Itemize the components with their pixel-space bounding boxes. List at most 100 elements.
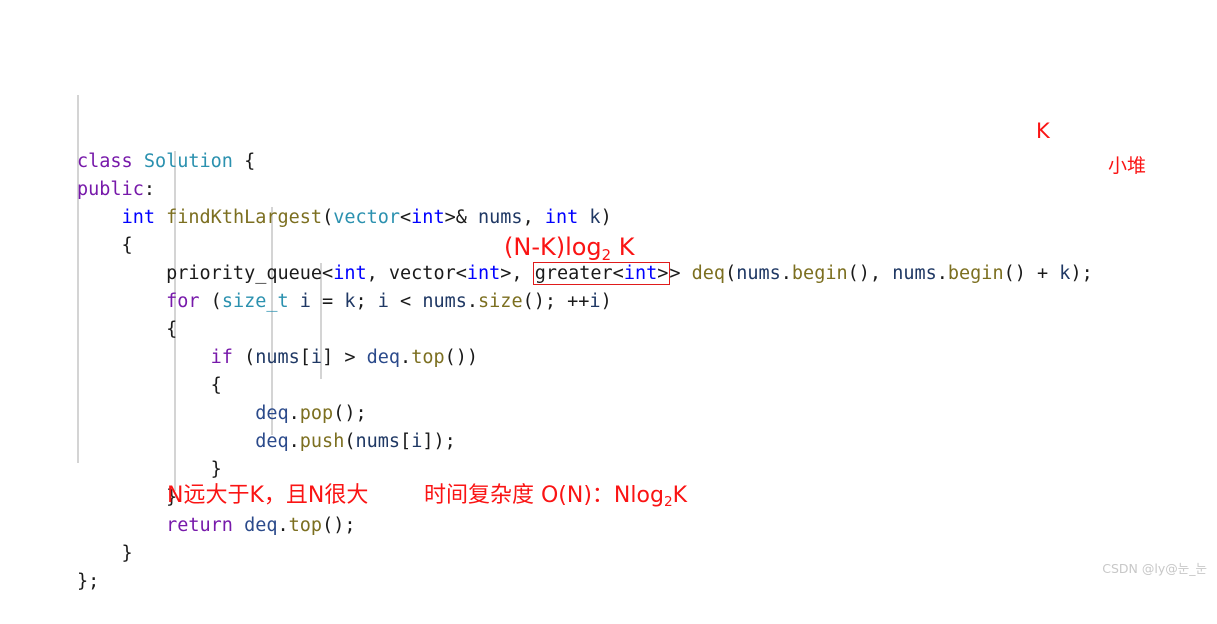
code-token: vector bbox=[333, 207, 401, 228]
code-token: [ bbox=[400, 431, 412, 452]
code-token: nums bbox=[478, 207, 523, 228]
code-token: nums bbox=[255, 347, 300, 368]
code-token: priority_queue bbox=[166, 263, 323, 284]
code-line: if (nums[i] > deq.top()) bbox=[77, 344, 1093, 372]
code-token: < bbox=[400, 207, 412, 228]
code-token: i bbox=[377, 291, 389, 312]
code-token: ) bbox=[600, 291, 612, 312]
code-token: < bbox=[322, 263, 334, 284]
code-token: ( bbox=[344, 431, 356, 452]
code-token: deq bbox=[255, 403, 289, 424]
annotation-complexity-suffix: K bbox=[672, 483, 688, 508]
code-token: , bbox=[366, 263, 389, 284]
code-token: top bbox=[288, 515, 323, 536]
code-token: { bbox=[77, 375, 222, 396]
highlight-box-greater-int: greater<int> bbox=[532, 262, 671, 285]
code-lines: class Solution {public: int findKthLarge… bbox=[77, 148, 1093, 596]
annotation-k-label: K bbox=[1036, 119, 1050, 143]
code-token: int bbox=[544, 207, 579, 228]
code-token: . bbox=[936, 263, 948, 284]
code-token: int bbox=[411, 207, 445, 228]
code-line: int findKthLargest(vector<int>& nums, in… bbox=[77, 204, 1093, 232]
code-token: int bbox=[623, 263, 658, 284]
annotation-n-vs-k: N远大于K，且N很大 bbox=[167, 483, 369, 508]
code-line: for (size_t i = k; i < nums.size(); ++i) bbox=[77, 288, 1093, 316]
code-token: push bbox=[299, 431, 345, 452]
code-token: ] > bbox=[322, 347, 367, 368]
code-token: ; bbox=[355, 291, 378, 312]
annotation-complexity-subscript: 2 bbox=[663, 494, 673, 511]
code-line: { bbox=[77, 372, 1093, 400]
code-token: (); bbox=[322, 515, 356, 536]
code-token: >& bbox=[444, 207, 479, 228]
code-token: { bbox=[77, 235, 133, 256]
code-line: { bbox=[77, 316, 1093, 344]
annotation-time-complexity: 时间复杂度 O(N)：Nlog2K bbox=[424, 477, 688, 511]
code-token: if bbox=[210, 347, 233, 368]
code-line: public: bbox=[77, 176, 1093, 204]
code-token: class bbox=[77, 151, 133, 172]
code-token: int bbox=[333, 263, 367, 284]
code-token: } bbox=[77, 487, 178, 508]
code-token: findKthLargest bbox=[166, 207, 323, 228]
code-token: (); bbox=[333, 403, 367, 424]
code-token: k bbox=[589, 207, 601, 228]
code-token: begin bbox=[791, 263, 848, 284]
code-token: i bbox=[589, 291, 601, 312]
code-token: nums bbox=[892, 263, 937, 284]
code-token: . bbox=[288, 403, 300, 424]
code-token: vector bbox=[388, 263, 456, 284]
code-token: deq bbox=[244, 515, 278, 536]
code-token: ( bbox=[232, 347, 256, 368]
annotation-nk-subscript: 2 bbox=[601, 245, 612, 264]
code-token: greater bbox=[534, 263, 613, 284]
code-token: int bbox=[121, 207, 155, 228]
code-token: ( bbox=[725, 263, 737, 284]
code-token: nums bbox=[355, 431, 401, 452]
code-token: begin bbox=[947, 263, 1004, 284]
code-token: k bbox=[344, 291, 356, 312]
code-line: deq.push(nums[i]); bbox=[77, 428, 1093, 456]
annotation-nk-suffix: K bbox=[611, 233, 635, 261]
code-token: > bbox=[669, 263, 692, 284]
annotation-complexity-prefix: 时间复杂度 O(N)：Nlog bbox=[424, 483, 664, 508]
code-token: [ bbox=[299, 347, 311, 368]
annotation-small-heap: 小堆 bbox=[1108, 155, 1147, 177]
code-token: , bbox=[522, 207, 545, 228]
code-token: for bbox=[166, 291, 200, 312]
code-token: ( bbox=[199, 291, 222, 312]
code-line: class Solution { bbox=[77, 148, 1093, 176]
code-token: Solution bbox=[143, 151, 233, 172]
code-token: return bbox=[166, 515, 233, 536]
code-token: { bbox=[77, 319, 178, 340]
code-line: return deq.top(); bbox=[77, 512, 1093, 540]
code-token: size_t bbox=[221, 291, 289, 312]
code-token: . bbox=[400, 347, 412, 368]
code-line: } bbox=[77, 540, 1093, 568]
code-token: }; bbox=[77, 571, 100, 592]
code-token: < bbox=[612, 263, 624, 284]
code-token: pop bbox=[299, 403, 334, 424]
code-token: . bbox=[780, 263, 792, 284]
code-line: priority_queue<int, vector<int>, greater… bbox=[77, 260, 1093, 288]
code-token: deq bbox=[255, 431, 289, 452]
code-token: < bbox=[455, 263, 467, 284]
annotation-nk-prefix: (N-K)log bbox=[504, 233, 602, 261]
code-token: . bbox=[277, 515, 289, 536]
code-token: i bbox=[411, 431, 423, 452]
code-token: top bbox=[411, 347, 445, 368]
code-token: ]); bbox=[422, 431, 456, 452]
code-token: i bbox=[299, 291, 311, 312]
code-token: ()) bbox=[444, 347, 479, 368]
code-token: () + bbox=[1003, 263, 1060, 284]
code-block: class Solution {public: int findKthLarge… bbox=[77, 36, 1093, 624]
